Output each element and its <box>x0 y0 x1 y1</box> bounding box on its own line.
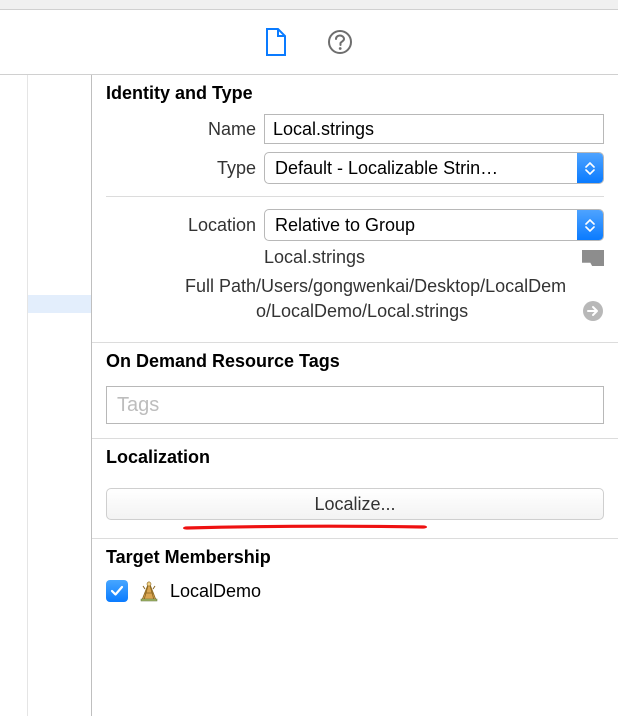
name-field[interactable] <box>264 114 604 144</box>
name-label: Name <box>106 119 256 140</box>
popup-arrows-icon <box>577 153 603 183</box>
type-popup-value: Default - Localizable Strin… <box>265 153 577 183</box>
section-header-localization: Localization <box>92 439 618 474</box>
reveal-arrow-icon[interactable] <box>582 300 604 322</box>
folder-icon[interactable] <box>582 250 604 266</box>
annotation-underline <box>182 516 428 526</box>
target-name: LocalDemo <box>170 581 261 602</box>
navigator-selection <box>28 295 91 313</box>
window-titlebar-fragment <box>0 0 618 10</box>
file-tab-icon[interactable] <box>265 28 287 56</box>
location-popup[interactable]: Relative to Group <box>264 209 604 241</box>
location-filename: Local.strings <box>264 247 576 268</box>
fullpath-value: /Users/gongwenkai/Desktop/LocalDemo/Loca… <box>256 274 576 324</box>
ruler-gutter <box>0 75 28 716</box>
tags-field[interactable] <box>106 386 604 424</box>
target-checkbox[interactable] <box>106 580 128 602</box>
inspector-toolbar <box>0 10 618 75</box>
navigator-pane-slice <box>28 75 92 716</box>
popup-arrows-icon <box>577 210 603 240</box>
app-icon <box>138 580 160 602</box>
type-popup[interactable]: Default - Localizable Strin… <box>264 152 604 184</box>
file-inspector: Identity and Type Name Type Default - Lo… <box>92 75 618 716</box>
localize-button-label: Localize... <box>314 494 395 515</box>
section-header-identity: Identity and Type <box>92 75 618 110</box>
target-row: LocalDemo <box>92 574 618 608</box>
fullpath-label: Full Path <box>106 274 256 297</box>
section-header-odr: On Demand Resource Tags <box>92 343 618 378</box>
section-header-target: Target Membership <box>92 539 618 574</box>
location-label: Location <box>106 215 256 236</box>
location-popup-value: Relative to Group <box>265 210 577 240</box>
type-label: Type <box>106 158 256 179</box>
divider <box>106 196 604 197</box>
help-tab-icon[interactable] <box>327 29 353 55</box>
